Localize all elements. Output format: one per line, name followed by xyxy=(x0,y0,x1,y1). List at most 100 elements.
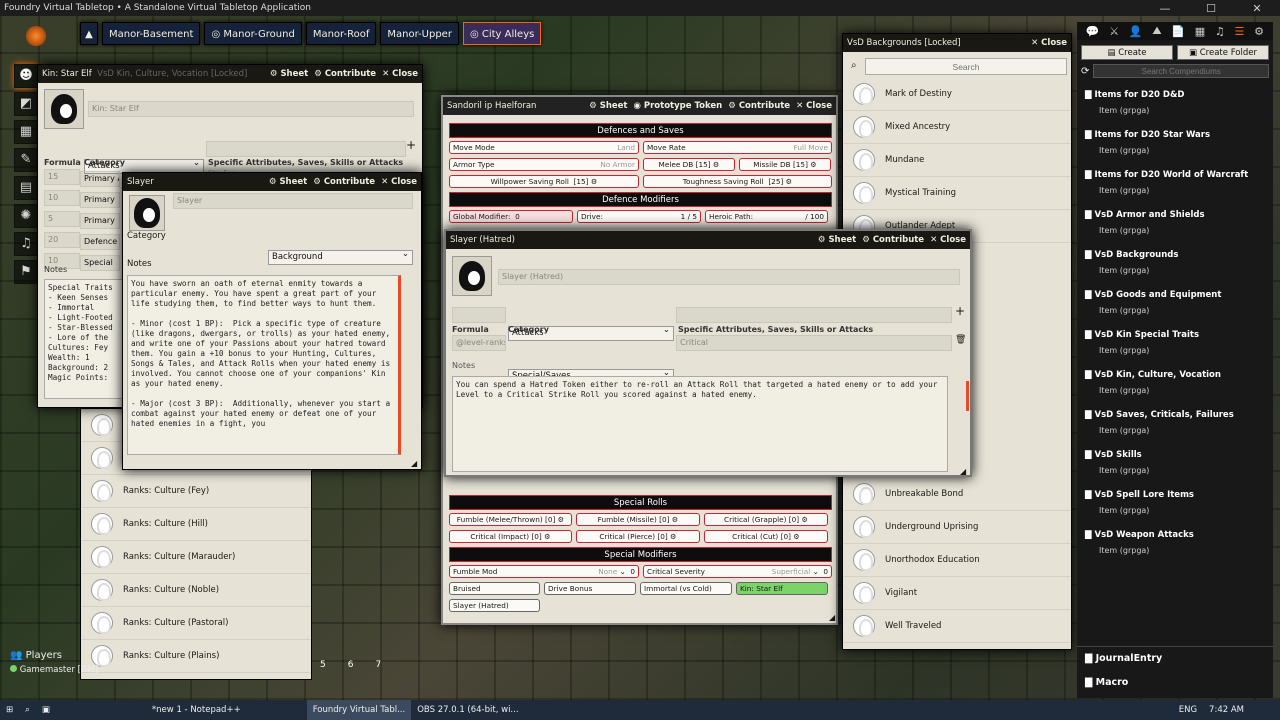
fumble-melee-roll[interactable]: Fumble (Melee/Thrown) [0] ⚙ xyxy=(449,513,572,526)
formula-field[interactable]: @level-ranks xyxy=(452,335,506,351)
folder-item[interactable]: ▇ VsD Kin Special Traits xyxy=(1077,326,1273,344)
close-button[interactable]: ✕ Close xyxy=(382,69,418,79)
compendium-search-input[interactable] xyxy=(865,58,1067,75)
critical-grapple-roll[interactable]: Critical (Grapple) [0] ⚙ xyxy=(704,513,828,526)
effect-bruised[interactable]: Bruised xyxy=(449,582,540,595)
prototype-token-button[interactable]: ◉ Prototype Token xyxy=(634,101,723,111)
list-item[interactable]: Ranks: Culture (Pastoral) xyxy=(81,607,311,640)
fumble-missile-roll[interactable]: Fumble (Missile) [0] ⚙ xyxy=(576,513,700,526)
scene-manor-upper[interactable]: Manor-Upper xyxy=(380,22,459,45)
foundry-logo-icon[interactable] xyxy=(26,26,46,46)
hatred-notes[interactable]: You can spend a Hatred Token either to r… xyxy=(452,376,948,472)
settings-tab-icon[interactable]: ⚙ xyxy=(1254,25,1264,38)
folder-item[interactable]: ▇ VsD Kin, Culture, Vocation xyxy=(1077,366,1273,384)
critical-cut-roll[interactable]: Critical (Cut) [0] ⚙ xyxy=(704,530,828,543)
clock[interactable]: 7:42 AM xyxy=(1203,700,1250,720)
start-icon[interactable]: ⊞ xyxy=(0,700,19,720)
list-item[interactable]: Ranks: Culture (Fey) xyxy=(81,475,311,508)
critical-impact-roll[interactable]: Critical (Impact) [0] ⚙ xyxy=(449,530,572,543)
formula-field[interactable]: 10 xyxy=(44,190,80,206)
window-header[interactable]: VsD Backgrounds [Locked] ✕ Close xyxy=(843,34,1071,52)
scrollbar[interactable] xyxy=(966,381,969,411)
attacks-input[interactable] xyxy=(206,141,406,157)
willpower-roll[interactable]: Willpower Saving Roll [15] ⚙ xyxy=(449,175,639,188)
actors-tab-icon[interactable]: 👤 xyxy=(1129,25,1143,38)
list-item[interactable]: Underground Uprising xyxy=(843,511,1071,544)
item-name-input[interactable]: Slayer xyxy=(173,193,413,209)
contribute-button[interactable]: ⚙ Contribute xyxy=(314,69,376,79)
category-field[interactable]: Primary xyxy=(80,213,120,229)
effect-immortal[interactable]: Immortal (vs Cold) xyxy=(640,582,732,595)
taskbar-app[interactable]: OBS 27.0.1 (64-bit, wi... xyxy=(411,700,524,720)
add-row-icon[interactable]: + xyxy=(955,304,965,318)
list-item[interactable]: Unbreakable Bond xyxy=(843,478,1071,511)
macro-directory[interactable]: ▇ Macro xyxy=(1077,671,1273,695)
language-indicator[interactable]: ENG xyxy=(1173,700,1203,720)
armor-type-select[interactable]: Armor Type No Armor xyxy=(449,158,639,171)
effect-drive-bonus[interactable]: Drive Bonus xyxy=(544,582,636,595)
critical-pierce-roll[interactable]: Critical (Pierce) [0] ⚙ xyxy=(576,530,700,543)
item-portrait[interactable] xyxy=(44,89,84,129)
playlists-tab-icon[interactable]: ♫ xyxy=(1215,25,1225,38)
folder-item[interactable]: ▇ VsD Skills xyxy=(1077,446,1273,464)
attacks-input[interactable] xyxy=(676,307,952,323)
trash-icon[interactable]: 🗑 xyxy=(955,335,966,345)
sheet-button[interactable]: ⚙ Sheet xyxy=(270,69,308,79)
formula-field[interactable]: 5 xyxy=(44,211,80,227)
measure-controls-icon[interactable]: ◩ xyxy=(14,92,38,116)
hotbar-slot[interactable]: 5 xyxy=(320,660,326,670)
resize-handle-icon[interactable]: ◢ xyxy=(829,613,835,622)
token-controls-icon[interactable]: ☻ xyxy=(14,64,38,88)
category-field[interactable]: Special xyxy=(80,255,120,271)
move-mode-select[interactable]: Move Mode Land xyxy=(449,141,639,154)
taskbar-app[interactable]: *new 1 - Notepad++ xyxy=(146,700,247,720)
window-header[interactable]: Kin: Star Elf VsD Kin, Culture, Vocation… xyxy=(38,65,422,83)
folder-item[interactable]: ▇ Items for D20 World of Warcraft xyxy=(1077,166,1273,184)
formula-field[interactable]: 20 xyxy=(44,232,80,248)
category-select[interactable]: Background xyxy=(268,250,413,265)
list-item[interactable]: Mundane xyxy=(843,144,1071,177)
slayer-notes[interactable]: You have sworn an oath of eternal enmity… xyxy=(127,275,401,455)
heroic-path-field[interactable]: Heroic Path: / 100 xyxy=(705,210,828,223)
collapse-all-icon[interactable]: ⟳ xyxy=(1081,66,1089,77)
window-header[interactable]: Slayer ⚙ Sheet ⚙ Contribute ✕ Close xyxy=(123,173,421,191)
compendium-tab-icon[interactable]: ☰ xyxy=(1235,25,1245,38)
folder-item[interactable]: ▇ VsD Spell Lore Items xyxy=(1077,486,1273,504)
journal-tab-icon[interactable]: 📄 xyxy=(1171,25,1185,38)
folder-item[interactable]: ▇ VsD Armor and Shields xyxy=(1077,206,1273,224)
close-button[interactable]: ✕ Close xyxy=(796,101,832,111)
list-item[interactable]: Well Traveled xyxy=(843,610,1071,643)
list-item[interactable]: Vigilant xyxy=(843,577,1071,610)
list-item[interactable]: Mixed Ancestry xyxy=(843,111,1071,144)
add-row-icon[interactable]: + xyxy=(406,138,416,152)
item-name-input[interactable]: Slayer (Hatred) xyxy=(498,269,960,285)
close-button[interactable]: ✕ Close xyxy=(1031,38,1067,48)
taskbar-app[interactable]: Foundry Virtual Tabl... xyxy=(306,700,412,720)
sound-controls-icon[interactable]: ♫ xyxy=(14,232,38,256)
scene-nav-toggle-icon[interactable]: ▲ xyxy=(80,22,98,45)
toughness-roll[interactable]: Toughness Saving Roll [25] ⚙ xyxy=(643,175,832,188)
resize-handle-icon[interactable]: ◢ xyxy=(960,467,966,475)
list-item[interactable]: Ranks: Culture (Hill) xyxy=(81,508,311,541)
window-header[interactable]: Sandoril ip Haelforan ⚙ Sheet ◉ Prototyp… xyxy=(443,97,836,115)
list-item[interactable]: Mystical Training xyxy=(843,177,1071,210)
list-item[interactable]: Mark of Destiny xyxy=(843,78,1071,111)
hotbar-slot[interactable]: 7 xyxy=(375,660,381,670)
combat-tab-icon[interactable]: ⚔ xyxy=(1109,25,1119,38)
sheet-button[interactable]: ⚙ Sheet xyxy=(589,101,627,111)
category-field[interactable]: Primary xyxy=(80,192,120,208)
contribute-button[interactable]: ⚙ Contribute xyxy=(313,177,375,187)
item-name-input[interactable]: Kin: Star Elf xyxy=(88,101,414,117)
item-portrait[interactable] xyxy=(129,195,165,231)
list-item[interactable]: Ranks: Culture (Noble) xyxy=(81,574,311,607)
folder-icon[interactable]: ▣ xyxy=(36,700,56,720)
scene-manor-roof[interactable]: Manor-Roof xyxy=(305,22,377,45)
contribute-button[interactable]: ⚙ Contribute xyxy=(862,235,924,245)
notes-controls-icon[interactable]: ⚑ xyxy=(14,260,38,284)
missile-db-roll[interactable]: Missile DB [15] ⚙ xyxy=(739,158,831,171)
scene-manor-basement[interactable]: Manor-Basement xyxy=(102,22,201,45)
scene-manor-ground[interactable]: ◎ Manor-Ground xyxy=(204,22,302,45)
blank-input[interactable] xyxy=(452,307,506,323)
compendium-search-input[interactable] xyxy=(1093,64,1269,78)
close-button[interactable]: ✕ Close xyxy=(930,235,966,245)
